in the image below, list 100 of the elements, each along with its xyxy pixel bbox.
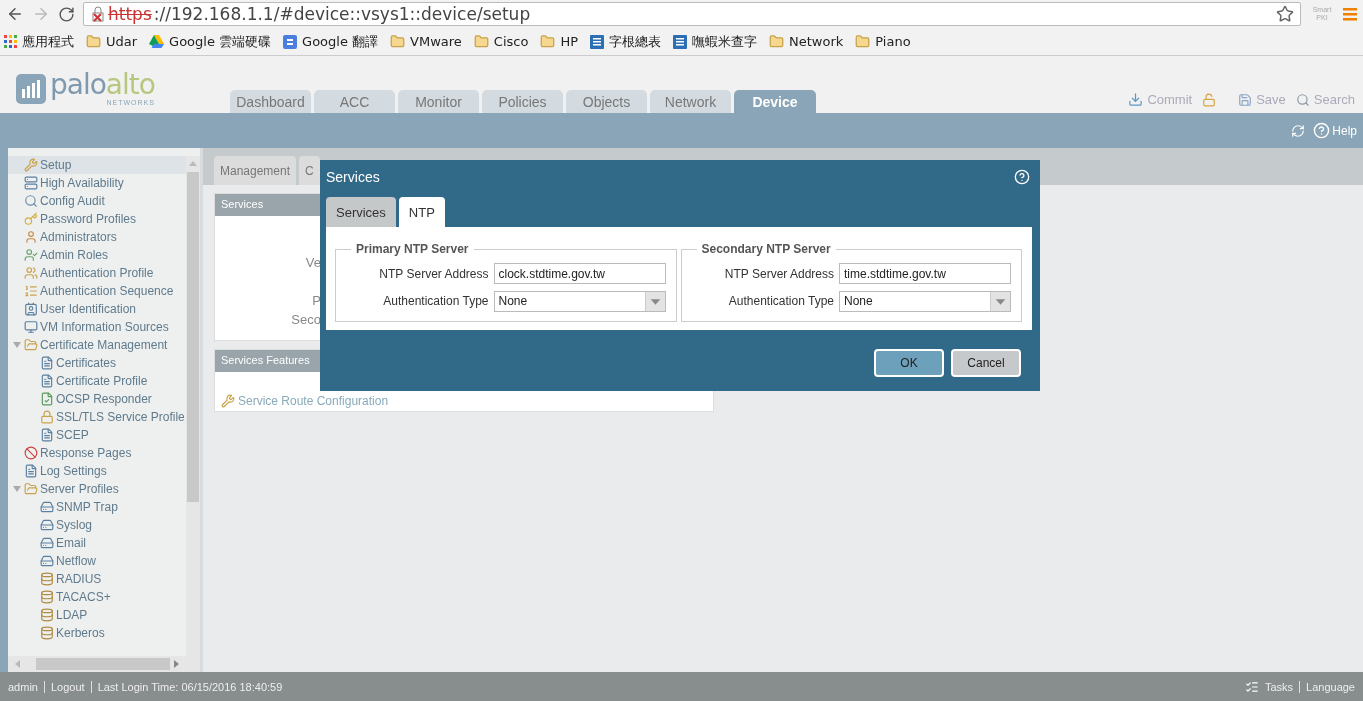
tree-item[interactable]: Administrators (8, 228, 186, 246)
tree-item[interactable]: Certificates (8, 354, 186, 372)
tree-item[interactable]: Certificate Profile (8, 372, 186, 390)
item-icon (24, 302, 38, 316)
nav-tab[interactable]: Policies (482, 90, 563, 113)
tree-item[interactable]: Password Profiles (8, 210, 186, 228)
scroll-right-icon[interactable] (174, 660, 180, 668)
tasks-link[interactable]: Tasks (1264, 680, 1294, 693)
scroll-up-icon[interactable] (189, 160, 197, 166)
tree-item[interactable]: OCSP Responder (8, 390, 186, 408)
dropdown-caret-icon[interactable] (644, 291, 665, 311)
ok-button[interactable]: OK (874, 349, 944, 377)
service-route-link[interactable]: Service Route Configuration (238, 394, 389, 408)
bookmark-item[interactable]: Google 翻譯 (283, 32, 379, 51)
nav-tab[interactable]: Network (650, 90, 731, 113)
tree-item[interactable]: Authentication Sequence (8, 282, 186, 300)
nav-tab[interactable]: Device (734, 90, 816, 113)
item-icon (24, 212, 38, 226)
cancel-button[interactable]: Cancel (951, 349, 1021, 377)
tree-item[interactable]: High Availability (8, 174, 186, 192)
settings-tab[interactable]: C (299, 156, 320, 185)
field-label: P (312, 292, 321, 310)
field-label: Ve (305, 254, 321, 272)
bookmark-item[interactable]: VMware (390, 34, 462, 49)
tree-item[interactable]: Netflow (8, 552, 186, 570)
auth-type-dropdown[interactable]: None (839, 290, 1011, 312)
scroll-left-icon[interactable] (14, 660, 20, 668)
field-label: NTP Server Address (723, 266, 834, 281)
bookmark-item[interactable]: Network (769, 34, 844, 49)
item-icon (24, 158, 38, 172)
bookmark-item[interactable]: 嘸蝦米查字 (673, 32, 757, 51)
tree-item[interactable]: VM Information Sources (8, 318, 186, 336)
help-link[interactable]: Help (1313, 122, 1357, 139)
group-title: Secondary NTP Server (700, 242, 832, 256)
dropdown-caret-icon[interactable] (990, 291, 1010, 311)
insecure-lock-icon (90, 6, 106, 22)
bookmark-star-icon[interactable] (1276, 5, 1294, 23)
item-icon (40, 626, 54, 640)
dialog-tab[interactable]: Services (326, 197, 396, 227)
settings-tab[interactable]: Management (214, 156, 297, 185)
tree-item[interactable]: Syslog (8, 516, 186, 534)
bookmark-item[interactable]: 字根總表 (590, 32, 661, 51)
item-icon (40, 554, 54, 568)
help-icon[interactable] (1014, 168, 1030, 185)
unlock-icon[interactable] (1202, 92, 1217, 107)
address-input[interactable]: time.stdtime.gov.tw (839, 263, 1011, 285)
bookmark-item[interactable]: HP (540, 34, 578, 49)
menu-icon[interactable] (1343, 7, 1357, 21)
nav-tab[interactable]: Objects (566, 90, 647, 113)
back-button[interactable] (6, 5, 24, 23)
item-icon (40, 410, 54, 424)
tree-item[interactable]: Config Audit (8, 192, 186, 210)
tree-item[interactable]: SSL/TLS Service Profile (8, 408, 186, 426)
tree-item[interactable]: TACACS+ (8, 588, 186, 606)
expand-icon[interactable] (12, 484, 22, 494)
item-icon (40, 518, 54, 532)
tree-item[interactable]: RADIUS (8, 570, 186, 588)
nav-tab[interactable]: Dashboard (230, 90, 311, 113)
bookmark-item[interactable]: 應用程式 (4, 32, 74, 51)
bookmark-item[interactable]: Piano (855, 34, 911, 49)
nav-tab[interactable]: Monitor (398, 90, 479, 113)
nav-tab[interactable]: ACC (314, 90, 395, 113)
tree-item[interactable]: Kerberos (8, 624, 186, 642)
username: admin (8, 680, 38, 693)
refresh-icon[interactable] (1291, 123, 1306, 138)
item-icon (24, 446, 38, 460)
tree-item[interactable]: Response Pages (8, 444, 186, 462)
tree-item[interactable]: Server Profiles (8, 480, 186, 498)
field-label: Authentication Type (727, 294, 834, 309)
tasks-icon[interactable] (1244, 679, 1259, 694)
language-link[interactable]: Language (1306, 680, 1355, 693)
bookmark-item[interactable]: Udar (86, 34, 138, 49)
tree-item[interactable]: Admin Roles (8, 246, 186, 264)
commit-icon (1128, 92, 1144, 107)
reload-button[interactable] (58, 5, 75, 23)
tree-item[interactable]: Authentication Profile (8, 264, 186, 282)
tree-item[interactable]: Log Settings (8, 462, 186, 480)
item-icon (24, 464, 38, 478)
logout-link[interactable]: Logout (50, 680, 85, 693)
bookmark-item[interactable]: Cisco (473, 34, 529, 49)
tree-item[interactable]: SNMP Trap (8, 498, 186, 516)
forward-button[interactable] (32, 5, 50, 23)
search-icon (1295, 92, 1310, 107)
horizontal-scrollbar[interactable] (8, 656, 200, 672)
auth-type-dropdown[interactable]: None (493, 290, 666, 312)
item-icon (24, 320, 38, 334)
dialog-tab[interactable]: NTP (398, 197, 445, 227)
address-field[interactable]: https://192.168.1.1/#device::vsys1::device/setup (83, 2, 1301, 26)
folder-icon (473, 34, 489, 49)
tree-item[interactable]: SCEP (8, 426, 186, 444)
tree-item[interactable]: User Identification (8, 300, 186, 318)
tree-item[interactable]: Setup (8, 156, 186, 174)
field-label: Seco (291, 311, 321, 329)
tree-item[interactable]: LDAP (8, 606, 186, 624)
tree-item[interactable]: Certificate Management (8, 336, 186, 354)
vertical-scrollbar[interactable] (186, 156, 200, 656)
bookmark-item[interactable]: Google 雲端硬碟 (149, 32, 272, 51)
tree-item[interactable]: Email (8, 534, 186, 552)
expand-icon[interactable] (12, 340, 22, 350)
address-input[interactable]: clock.stdtime.gov.tw (493, 263, 666, 285)
